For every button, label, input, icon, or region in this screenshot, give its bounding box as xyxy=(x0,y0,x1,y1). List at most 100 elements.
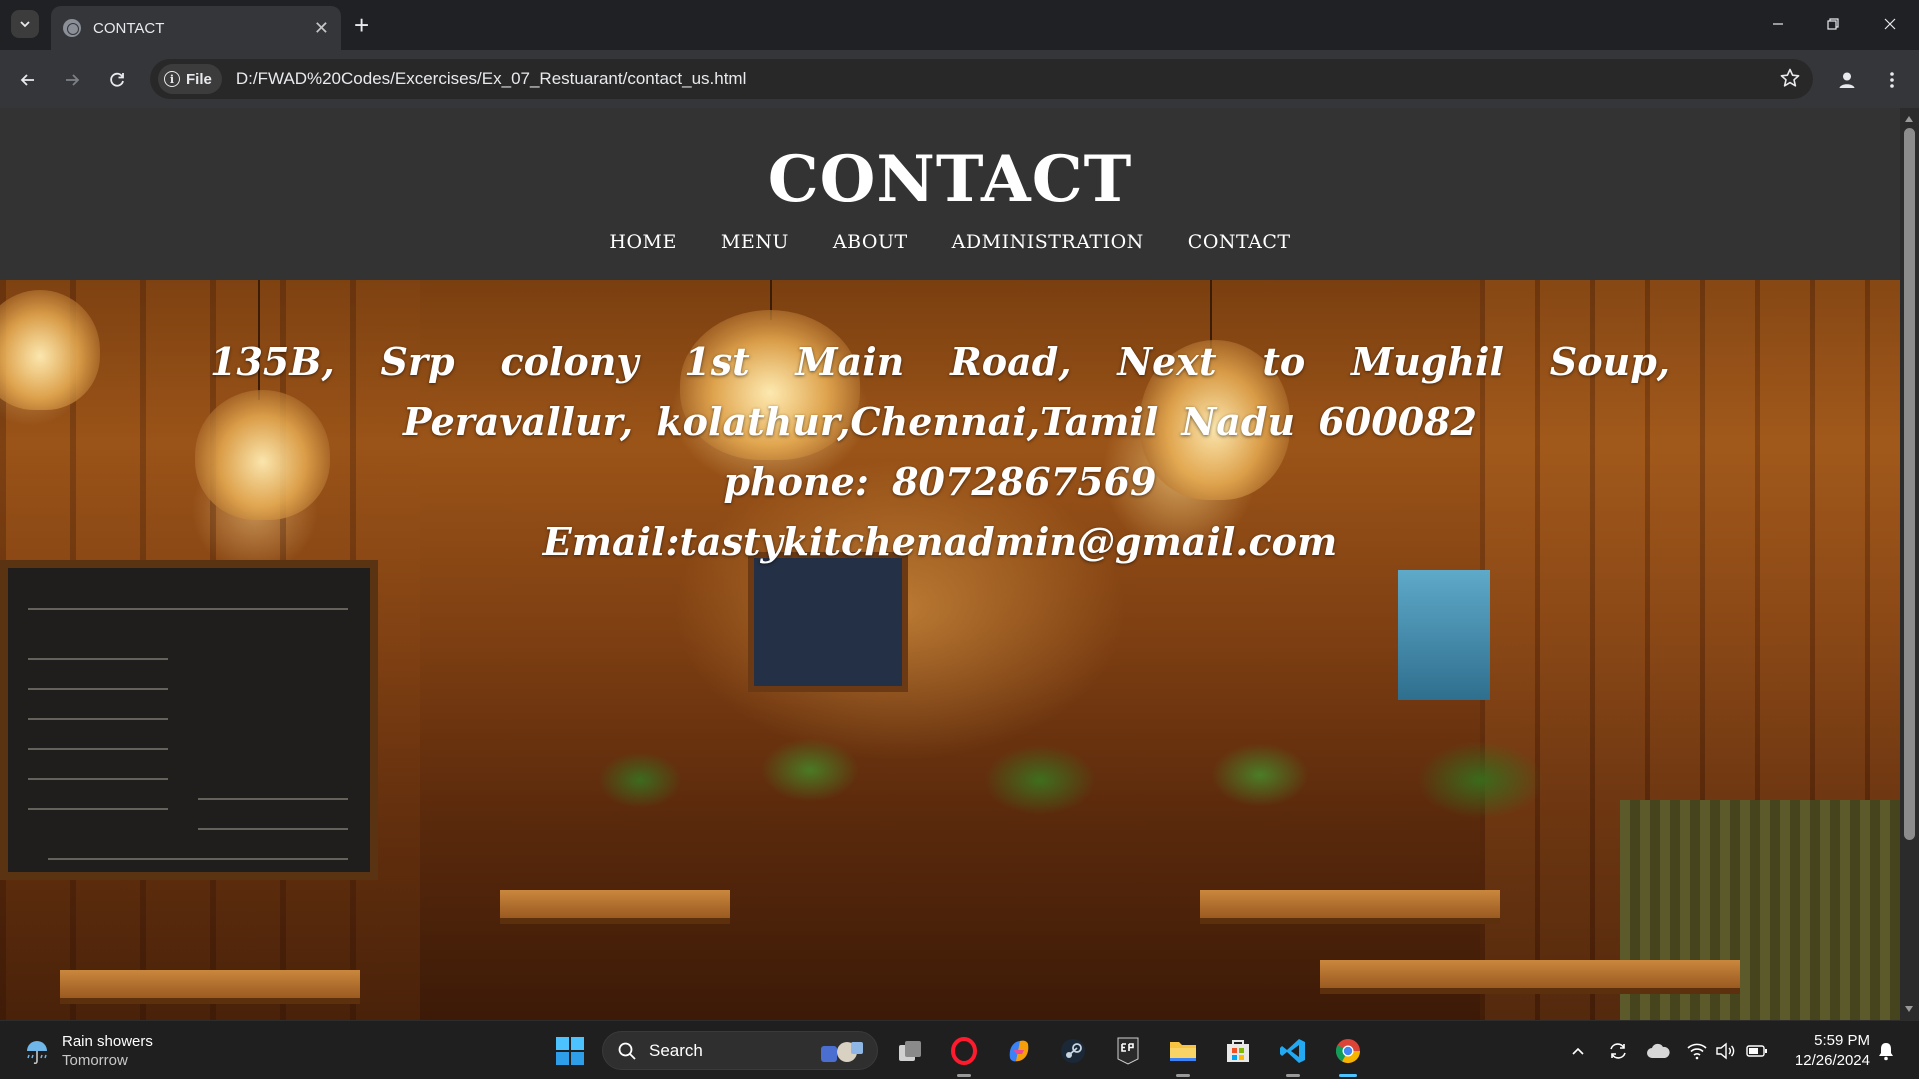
folder-icon xyxy=(1170,1042,1196,1061)
nav-link-contact[interactable]: CONTACT xyxy=(1188,231,1291,253)
search-label: Search xyxy=(649,1040,703,1060)
nav-link-administration[interactable]: ADMINISTRATION xyxy=(952,231,1144,253)
contact-info: 135B, Srp colony 1st Main Road, Next to … xyxy=(210,332,1670,572)
restore-icon xyxy=(1827,18,1839,30)
nav-link-menu[interactable]: MENU xyxy=(721,231,789,253)
vscode-app-button[interactable] xyxy=(1276,1034,1310,1077)
sync-tray-button[interactable] xyxy=(1606,1039,1630,1063)
contact-email: Email:tastykitchenadmin@gmail.com xyxy=(542,519,1338,564)
tab-search-button[interactable] xyxy=(11,10,39,38)
wifi-tray-button[interactable] xyxy=(1685,1039,1709,1063)
arrow-right-icon xyxy=(66,74,80,86)
info-icon: i xyxy=(164,71,180,87)
hero-background-image: 135B, Srp colony 1st Main Road, Next to … xyxy=(0,280,1900,1020)
page-title: CONTACT xyxy=(767,142,1133,217)
scroll-down-icon[interactable] xyxy=(1905,1006,1913,1012)
site-header: CONTACT HOME MENU ABOUT ADMINISTRATION C… xyxy=(0,108,1900,280)
site-chip-label: File xyxy=(186,70,212,88)
contact-address: 135B, Srp colony 1st Main Road, Next to … xyxy=(210,339,1670,444)
battery-tray-button[interactable] xyxy=(1745,1039,1769,1063)
chrome-app-button[interactable] xyxy=(1331,1034,1365,1077)
weather-subtitle: Tomorrow xyxy=(62,1052,128,1069)
tab-title: CONTACT xyxy=(93,19,165,37)
site-nav: HOME MENU ABOUT ADMINISTRATION CONTACT xyxy=(0,231,1900,253)
cloud-icon xyxy=(1647,1043,1670,1058)
framed-menu-image xyxy=(748,552,908,692)
close-icon xyxy=(1884,18,1896,30)
table-image xyxy=(500,890,730,924)
windows-logo-icon xyxy=(556,1037,584,1065)
minimize-button[interactable] xyxy=(1756,8,1800,40)
new-tab-button[interactable]: + xyxy=(354,12,369,38)
taskbar-search[interactable]: Search xyxy=(602,1031,878,1070)
bell-icon xyxy=(1879,1043,1893,1061)
site-info-button[interactable]: i File xyxy=(158,64,222,94)
nav-link-home[interactable]: HOME xyxy=(609,231,676,253)
restore-button[interactable] xyxy=(1811,8,1855,40)
wifi-icon xyxy=(1687,1043,1707,1060)
table-image xyxy=(1200,890,1500,924)
weather-title: Rain showers xyxy=(62,1033,153,1050)
bookmark-star-button[interactable] xyxy=(1779,67,1801,94)
page-scrollbar[interactable] xyxy=(1900,108,1919,1020)
steam-app-button[interactable] xyxy=(1056,1034,1090,1068)
back-button[interactable] xyxy=(12,64,44,96)
contact-phone: phone: 8072867569 xyxy=(723,459,1157,504)
reload-button[interactable] xyxy=(101,64,133,96)
opera-icon xyxy=(951,1037,977,1065)
browser-toolbar: i File D:/FWAD%20Codes/Excercises/Ex_07_… xyxy=(0,50,1919,108)
weather-widget[interactable]: Rain showers Tomorrow xyxy=(22,1032,153,1070)
arrow-left-icon xyxy=(20,74,34,86)
task-view-button[interactable] xyxy=(893,1034,927,1068)
opera-app-button[interactable] xyxy=(947,1034,981,1077)
chevron-down-icon xyxy=(20,21,30,28)
speaker-icon xyxy=(1716,1042,1735,1060)
browser-tab-contact[interactable]: CONTACT ✕ xyxy=(51,6,341,50)
onedrive-tray-button[interactable] xyxy=(1646,1039,1670,1063)
store-icon xyxy=(1227,1040,1249,1062)
page-viewport: CONTACT HOME MENU ABOUT ADMINISTRATION C… xyxy=(0,108,1900,1020)
profile-button[interactable] xyxy=(1831,64,1863,96)
vscode-icon xyxy=(1280,1039,1305,1063)
globe-icon xyxy=(63,19,81,37)
address-bar[interactable]: i File D:/FWAD%20Codes/Excercises/Ex_07_… xyxy=(150,59,1813,99)
start-button[interactable] xyxy=(555,1036,585,1066)
system-clock[interactable]: 5:59 PM 12/26/2024 xyxy=(1780,1031,1870,1071)
copilot-app-button[interactable] xyxy=(1002,1034,1036,1068)
microsoft-store-app-button[interactable] xyxy=(1221,1034,1255,1068)
kebab-menu-icon xyxy=(1890,72,1894,88)
url-text[interactable]: D:/FWAD%20Codes/Excercises/Ex_07_Restuar… xyxy=(236,69,747,89)
show-hidden-icons-button[interactable] xyxy=(1566,1039,1590,1063)
table-image xyxy=(1320,960,1740,994)
chrome-icon xyxy=(1335,1039,1360,1064)
rain-cloud-icon xyxy=(27,1041,47,1065)
volume-tray-button[interactable] xyxy=(1714,1039,1738,1063)
minimize-icon xyxy=(1773,23,1783,25)
profile-icon xyxy=(1839,72,1855,88)
notifications-button[interactable] xyxy=(1874,1039,1898,1063)
scroll-up-icon[interactable] xyxy=(1905,116,1913,122)
steam-icon xyxy=(1061,1039,1085,1063)
clock-time: 5:59 PM xyxy=(1814,1032,1870,1049)
close-window-button[interactable] xyxy=(1868,8,1912,40)
close-icon[interactable]: ✕ xyxy=(314,19,329,37)
search-icon xyxy=(618,1042,636,1060)
clock-date: 12/26/2024 xyxy=(1794,1052,1870,1069)
scroll-thumb[interactable] xyxy=(1904,128,1915,840)
nav-link-about[interactable]: ABOUT xyxy=(833,231,908,253)
file-explorer-app-button[interactable] xyxy=(1166,1034,1200,1077)
forward-button[interactable] xyxy=(56,64,88,96)
browser-tab-bar: CONTACT ✕ + xyxy=(0,0,1919,50)
plants-image xyxy=(560,720,1600,830)
epic-games-app-button[interactable] xyxy=(1111,1034,1145,1068)
copilot-icon xyxy=(1009,1040,1029,1062)
sync-icon xyxy=(1610,1043,1626,1059)
reload-icon xyxy=(110,72,124,87)
chevron-up-icon xyxy=(1572,1047,1584,1055)
window-image xyxy=(1398,570,1490,700)
epic-games-icon xyxy=(1117,1037,1139,1065)
star-icon xyxy=(1780,68,1800,87)
battery-icon xyxy=(1746,1045,1767,1057)
task-view-icon xyxy=(899,1041,921,1061)
browser-menu-button[interactable] xyxy=(1876,64,1908,96)
